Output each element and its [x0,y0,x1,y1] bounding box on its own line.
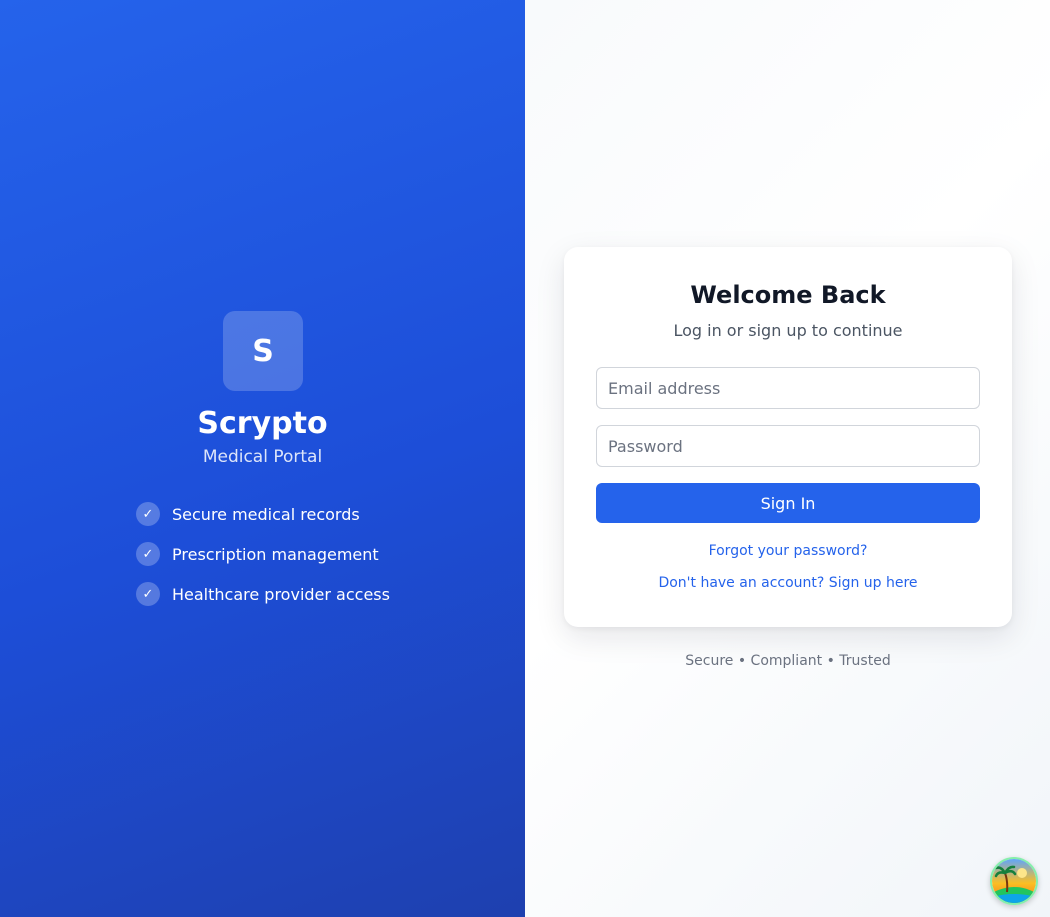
brand-panel: S Scrypto Medical Portal ✓ Secure medica… [0,0,525,917]
login-card: Welcome Back Log in or sign up to contin… [564,247,1012,627]
password-field[interactable] [596,425,980,467]
sign-in-button[interactable]: Sign In [596,483,980,523]
login-subtitle: Log in or sign up to continue [673,321,903,340]
brand-subtitle: Medical Portal [202,447,323,467]
email-field[interactable] [596,367,980,409]
feature-item: ✓ Secure medical records [136,502,390,526]
sign-up-link[interactable]: Don't have an account? Sign up here [564,573,1012,593]
forgot-password-link[interactable]: Forgot your password? [564,541,1012,561]
island-avatar-icon[interactable] [990,857,1038,905]
feature-item: ✓ Healthcare provider access [136,582,390,606]
feature-label: Secure medical records [172,504,360,524]
feature-item: ✓ Prescription management [136,542,390,566]
check-icon: ✓ [136,502,160,526]
check-icon: ✓ [136,582,160,606]
feature-list: ✓ Secure medical records ✓ Prescription … [136,502,390,622]
login-title: Welcome Back [690,281,886,309]
brand-logo: S [223,311,303,391]
island-avatar-graphic [992,859,1036,903]
brand-name: Scrypto [197,406,328,441]
trust-footer: Secure • Compliant • Trusted [685,653,891,669]
feature-label: Prescription management [172,544,379,564]
feature-label: Healthcare provider access [172,584,390,604]
check-icon: ✓ [136,542,160,566]
